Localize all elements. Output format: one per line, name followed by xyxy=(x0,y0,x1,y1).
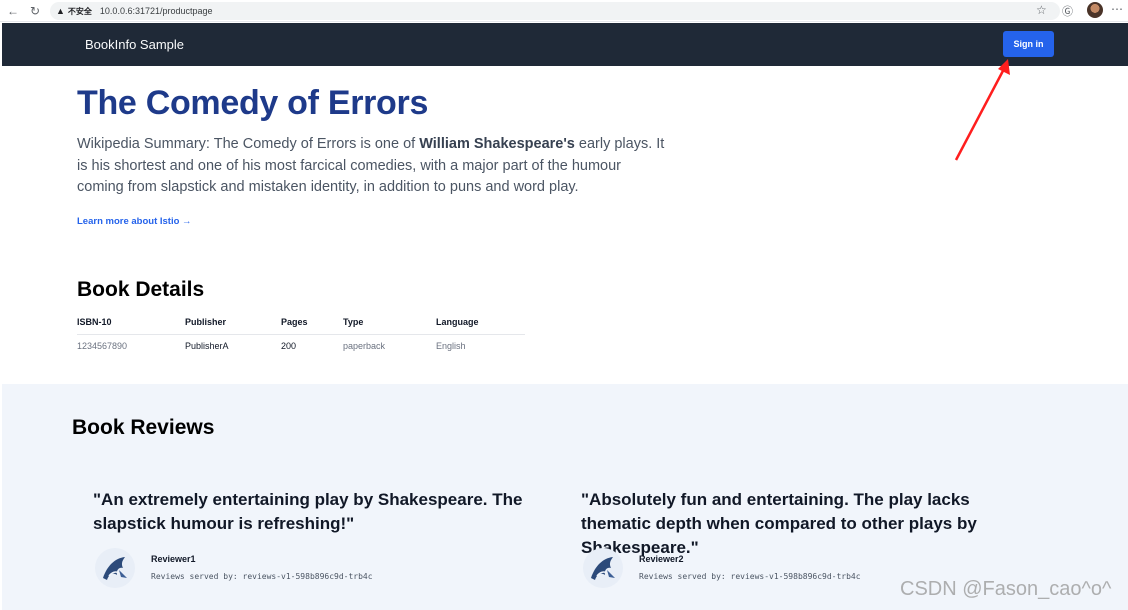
table-cell: paperback xyxy=(343,341,386,352)
column-header: ISBN-10 xyxy=(77,310,185,335)
dolphin-icon xyxy=(591,557,615,580)
reviewer-name: Reviewer1 xyxy=(151,554,196,564)
book-summary: Wikipedia Summary: The Comedy of Errors … xyxy=(77,134,667,199)
summary-prefix: Wikipedia Summary: The Comedy of Errors … xyxy=(77,136,420,152)
review-text: "Absolutely fun and entertaining. The pl… xyxy=(581,490,977,557)
bookmark-star-icon[interactable]: ☆ xyxy=(1036,3,1047,17)
address-bar[interactable]: ▲ 不安全 10.0.0.6:31721/productpage xyxy=(50,2,1060,20)
column-header: Publisher xyxy=(185,310,281,335)
reviews-section: Book Reviews "An extremely entertaining … xyxy=(2,384,1128,610)
reviewer-name: Reviewer2 xyxy=(639,554,684,564)
book-reviews-heading: Book Reviews xyxy=(72,416,215,439)
more-menu-icon[interactable]: ⋯ xyxy=(1111,2,1123,16)
learn-more-link[interactable]: Learn more about Istio → xyxy=(77,216,192,227)
table-cell: 1234567890 xyxy=(77,341,128,352)
served-by-text: Reviews served by: reviews-v1-598b896c9d… xyxy=(639,572,861,581)
table-cell: English xyxy=(436,341,466,352)
page-title: The Comedy of Errors xyxy=(77,84,429,122)
book-details-table: ISBN-10 Publisher Pages Type Language 12… xyxy=(77,310,525,358)
table-cell: PublisherA xyxy=(185,341,229,352)
book-details-heading: Book Details xyxy=(77,278,205,301)
security-label: 不安全 xyxy=(67,6,92,16)
dolphin-icon xyxy=(103,557,127,580)
column-header: Type xyxy=(343,310,436,335)
url-text: 10.0.0.6:31721/productpage xyxy=(99,6,213,16)
review-card: "Absolutely fun and entertaining. The pl… xyxy=(581,488,1041,560)
table-row: 1234567890 PublisherA 200 paperback Engl… xyxy=(77,334,525,358)
review-text: "An extremely entertaining play by Shake… xyxy=(93,490,523,533)
watermark: CSDN @Fason_cao^o^ xyxy=(900,578,1112,600)
table-header-row: ISBN-10 Publisher Pages Type Language xyxy=(77,310,525,335)
column-header: Language xyxy=(436,310,525,335)
browser-toolbar: ← ↻ ▲ 不安全 10.0.0.6:31721/productpage ☆ Ⓖ… xyxy=(0,0,1128,22)
back-arrow-icon[interactable]: ← xyxy=(4,2,22,20)
served-by-text: Reviews served by: reviews-v1-598b896c9d… xyxy=(151,572,373,581)
reviewer-avatar xyxy=(583,548,623,588)
reviewer-avatar xyxy=(95,548,135,588)
extension-icon[interactable]: Ⓖ xyxy=(1062,3,1073,19)
brand-title[interactable]: BookInfo Sample xyxy=(85,37,184,52)
profile-avatar[interactable] xyxy=(1087,2,1103,18)
annotation-arrow-icon xyxy=(954,59,1010,161)
reload-icon[interactable]: ↻ xyxy=(26,2,44,20)
sign-in-button[interactable]: Sign in xyxy=(1003,31,1054,57)
review-card: "An extremely entertaining play by Shake… xyxy=(93,488,553,536)
column-header: Pages xyxy=(281,310,343,335)
table-cell: 200 xyxy=(281,341,297,352)
summary-author: William Shakespeare's xyxy=(419,136,575,152)
warning-icon: ▲ xyxy=(56,6,65,16)
